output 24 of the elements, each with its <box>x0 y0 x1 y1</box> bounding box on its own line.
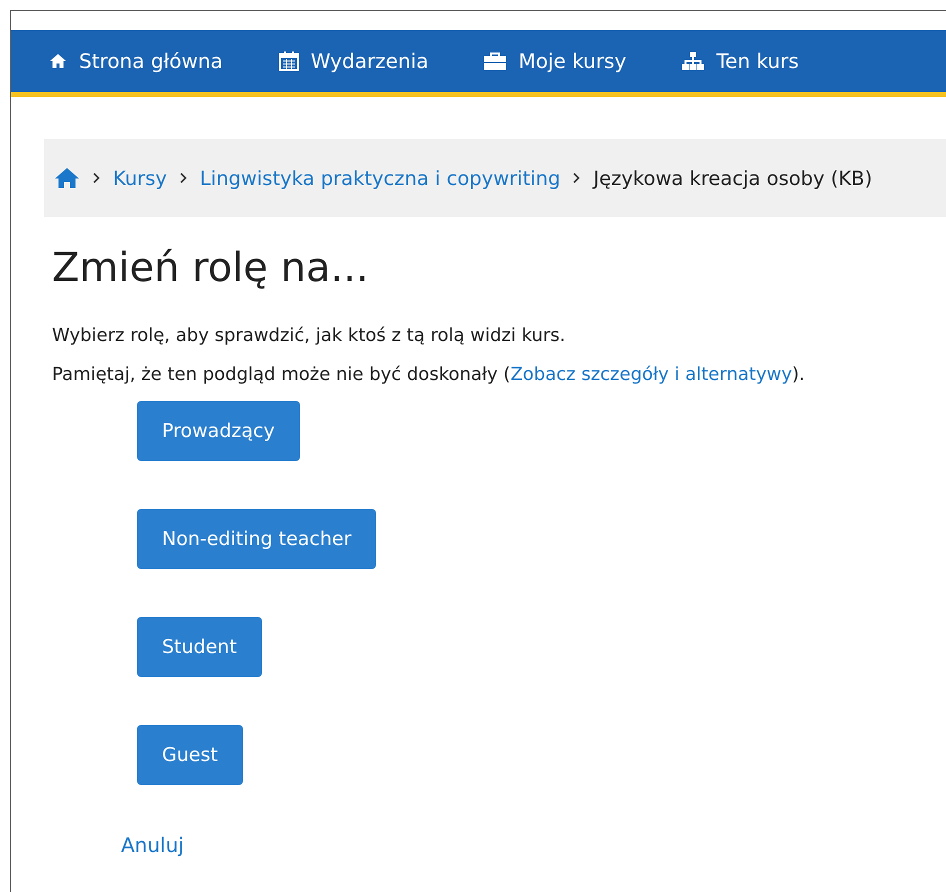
intro-text: Wybierz rolę, aby sprawdzić, jak ktoś z tą rolą widzi kurs. <box>52 325 566 346</box>
cancel-link[interactable]: Anuluj <box>121 833 184 857</box>
role-button[interactable]: Non-editing teacher <box>137 509 376 569</box>
nav-link[interactable]: Moje kursy <box>484 49 626 73</box>
role-button[interactable]: Student <box>137 617 262 677</box>
note-text: Pamiętaj, że ten podgląd może nie być doskonały (Zobacz szczegóły i alternatywy). <box>52 364 806 385</box>
home-icon[interactable] <box>54 167 80 189</box>
breadcrumb-current: Językowa kreacja osoby (KB) <box>593 166 872 190</box>
role-button[interactable]: Guest <box>137 725 243 785</box>
chevron-icon <box>92 172 101 184</box>
nav-link[interactable]: Strona główna <box>49 49 223 73</box>
nav-link[interactable]: Wydarzenia <box>278 49 428 73</box>
chevron-icon <box>572 172 582 184</box>
nav-link[interactable]: Ten kurs <box>682 49 799 73</box>
details-link[interactable]: Zobacz szczegóły i alternatywy <box>510 364 792 385</box>
briefcase-icon <box>484 52 506 70</box>
breadcrumb-link[interactable]: Lingwistyka praktyczna i copywriting <box>200 166 560 190</box>
sitemap-icon <box>682 52 704 70</box>
breadcrumb-link[interactable]: Kursy <box>113 166 167 190</box>
role-button[interactable]: Prowadzący <box>137 401 300 461</box>
chevron-icon <box>178 172 188 184</box>
home-icon <box>49 53 67 69</box>
calendar-icon <box>278 51 299 71</box>
page-heading: Zmień rolę na... <box>52 245 370 291</box>
